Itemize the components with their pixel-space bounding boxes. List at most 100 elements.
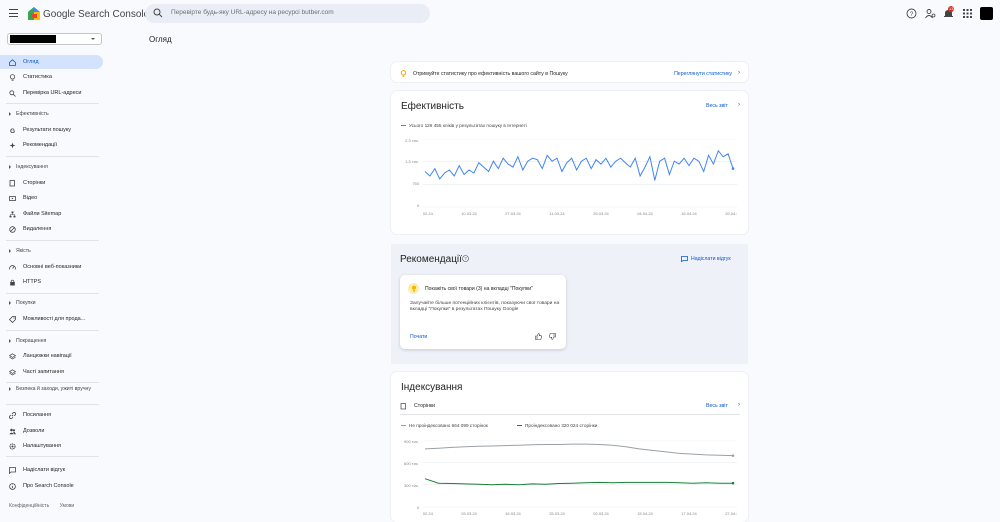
sidebar-item-label: Надіслати відгук	[23, 467, 65, 473]
sidebar-item-overview[interactable]: Огляд	[0, 55, 103, 69]
help-icon[interactable]: ?	[462, 255, 469, 262]
legend-swatch	[517, 425, 522, 426]
start-button[interactable]: Почати	[410, 334, 427, 340]
bulb-icon	[408, 283, 419, 294]
sidebar-item-label: Налаштування	[23, 443, 62, 449]
chevron-down-icon	[9, 387, 11, 391]
section-enhancements[interactable]: Покращення	[9, 338, 46, 344]
property-selector[interactable]	[7, 33, 102, 45]
terms-link[interactable]: Умови	[60, 503, 75, 509]
sidebar-item-url-inspection[interactable]: Перевірка URL-адреси	[0, 86, 103, 100]
search-console-logo-icon[interactable]	[28, 7, 40, 20]
section-performance[interactable]: Ефективність	[9, 111, 49, 117]
x-tick-label: 29.04.24	[725, 211, 737, 216]
thumbs-down-icon[interactable]	[549, 333, 556, 340]
chevron-right-icon[interactable]: ›	[738, 102, 740, 108]
menu-icon[interactable]	[9, 9, 18, 17]
x-tick-label: 19.02.24	[423, 211, 434, 216]
sidebar-item-insights[interactable]: Статистика	[0, 70, 103, 84]
sidebar-item-permissions[interactable]: Дозволи	[0, 424, 103, 438]
section-security[interactable]: Безпека й заходи, ужиті вручну	[9, 386, 101, 393]
x-tick-label: 15.04.24	[637, 511, 653, 516]
users-settings-icon[interactable]	[925, 8, 936, 19]
indexing-title: Індексування	[401, 382, 463, 393]
chevron-down-icon	[9, 112, 11, 116]
sidebar-item-https[interactable]: HTTPS	[0, 275, 103, 289]
sidebar-item-links[interactable]: Посилання	[0, 408, 103, 422]
divider	[6, 240, 99, 241]
divider	[6, 456, 99, 457]
privacy-link[interactable]: Конфіденційність	[9, 503, 49, 509]
x-tick-label: 11.03.24	[549, 211, 565, 216]
section-indexing[interactable]: Індексування	[9, 164, 48, 170]
legend-indexed[interactable]: Проіндексовано 320 024 сторінки	[517, 423, 597, 428]
search-input[interactable]: Перевірте будь-яку URL-адресу на ресурсі…	[171, 9, 334, 16]
series-line	[424, 149, 734, 181]
legend-label: Не проіндексовано 664 099 сторінок	[409, 423, 488, 428]
sidebar-item-faq[interactable]: Часті запитання	[0, 365, 103, 379]
sidebar-item-merchant-opportunities[interactable]: Можливості для прода...	[0, 312, 103, 326]
svg-text:?: ?	[910, 12, 914, 18]
sidebar-item-label: Ланцюжки навігації	[23, 353, 72, 359]
x-tick-label: 29.03.24	[593, 211, 609, 216]
sidebar-item-search-results[interactable]: G Результати пошуку	[0, 123, 103, 137]
account-avatar[interactable]	[980, 7, 993, 20]
sidebar-item-pages[interactable]: Сторінки	[0, 176, 103, 190]
performance-chart: 19.02.24 10.03.24 27.03.24 11.03.24 29.03.24…	[423, 139, 737, 216]
legend-not-indexed[interactable]: Не проіндексовано 664 099 сторінок	[401, 423, 488, 428]
sidebar-item-settings[interactable]: Налаштування	[0, 439, 103, 453]
sidebar-item-label: Основні веб-показники	[23, 264, 82, 270]
sidebar-item-sitemaps[interactable]: Файли Sitemap	[0, 207, 103, 221]
sidebar-item-label: Сторінки	[23, 180, 46, 186]
divider	[6, 404, 99, 405]
sidebar-item-feedback[interactable]: Надіслати відгук	[0, 463, 103, 477]
chevron-right-icon[interactable]: ›	[738, 70, 740, 76]
bulb-icon	[400, 70, 407, 77]
series-end-point	[731, 454, 735, 457]
send-feedback-link[interactable]: Надіслати відгук	[691, 256, 731, 262]
pages-icon	[400, 403, 406, 410]
sparkle-icon	[9, 142, 16, 148]
thumbs-up-icon[interactable]	[535, 333, 542, 340]
view-insights-link[interactable]: Переглянути статистику	[674, 71, 732, 77]
help-icon[interactable]: ?	[906, 8, 917, 19]
divider	[400, 414, 740, 415]
insights-text: Отримуйте статистику про ефективність ва…	[413, 71, 568, 77]
section-label: Індексування	[16, 164, 48, 170]
sidebar-item-label: Часті запитання	[23, 369, 64, 375]
sidebar-item-label: Дозволи	[23, 428, 45, 434]
url-inspection-search[interactable]: Перевірте будь-яку URL-адресу на ресурсі…	[145, 4, 430, 23]
product-name[interactable]: Google Search Console	[43, 9, 149, 20]
divider	[6, 103, 99, 104]
sidebar-item-label: Результати пошуку	[23, 127, 72, 133]
chevron-down-icon	[9, 339, 11, 343]
settings-icon	[9, 442, 16, 450]
search-icon	[9, 89, 16, 97]
x-tick-label: 02.03.24	[593, 511, 609, 516]
sidebar-item-recommendations[interactable]: Рекомендації	[0, 138, 103, 152]
people-icon	[9, 428, 16, 434]
performance-full-report-link[interactable]: Весь звіт	[706, 103, 728, 109]
section-experience[interactable]: Якість	[9, 248, 31, 254]
series-end-point	[731, 481, 735, 485]
performance-legend[interactable]: Усього 126 455 кліків у результатах пошу…	[401, 123, 527, 128]
sidebar-item-label: Огляд	[23, 59, 39, 65]
sidebar-item-label: Файли Sitemap	[23, 211, 62, 217]
feedback-icon[interactable]	[681, 256, 688, 262]
search-icon	[153, 8, 163, 18]
y-tick: 2,3 тис.	[405, 138, 419, 143]
sidebar-item-core-web-vitals[interactable]: Основні веб-показники	[0, 260, 103, 274]
chevron-right-icon[interactable]: ›	[738, 402, 740, 408]
pages-row-label: Сторінки	[414, 403, 436, 409]
sidebar-item-removals[interactable]: Видалення	[0, 222, 103, 236]
indexing-full-report-link[interactable]: Весь звіт	[706, 403, 728, 409]
sidebar-item-video[interactable]: Відео	[0, 191, 103, 205]
footer: Конфіденційність Умови	[9, 503, 83, 509]
legend-swatch	[401, 125, 406, 126]
sidebar-item-about[interactable]: Про Search Console	[0, 479, 103, 493]
divider	[6, 330, 99, 331]
sidebar-item-breadcrumbs[interactable]: Ланцюжки навігації	[0, 349, 103, 363]
apps-grid-icon[interactable]	[962, 8, 973, 19]
section-shopping[interactable]: Покупки	[9, 300, 36, 306]
sidebar-item-label: HTTPS	[23, 279, 42, 285]
